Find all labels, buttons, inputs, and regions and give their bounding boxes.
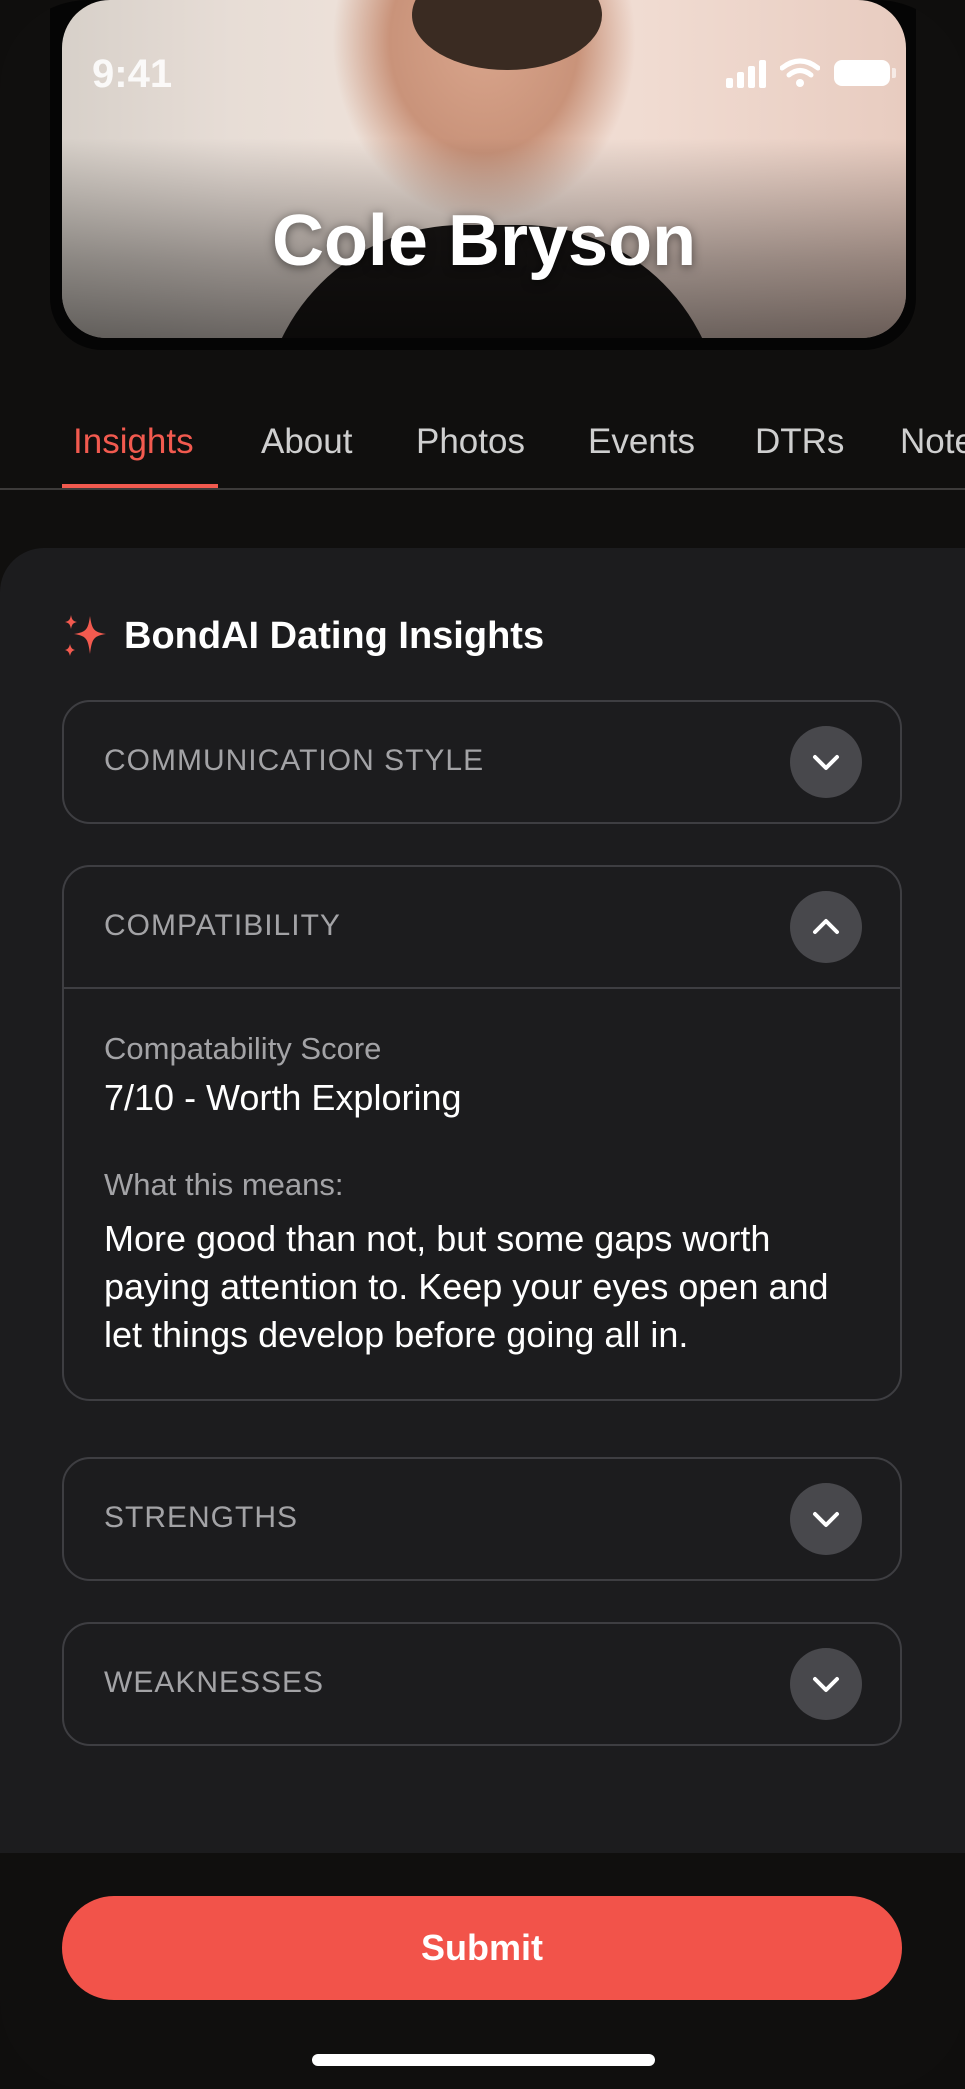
tab-insights[interactable]: Insights — [73, 422, 194, 462]
insights-title: BondAI Dating Insights — [124, 614, 545, 657]
accordion-header[interactable]: COMPATIBILITY — [64, 867, 900, 987]
sparkle-icon — [65, 615, 106, 656]
active-tab-indicator — [62, 484, 218, 488]
submit-button[interactable]: Submit — [62, 1896, 902, 2000]
expand-button[interactable] — [790, 726, 862, 798]
accordion-header[interactable]: COMMUNICATION STYLE — [64, 702, 900, 822]
score-label: Compatability Score — [104, 1031, 382, 1066]
tab-about[interactable]: About — [261, 422, 352, 462]
app-screen: Cole Bryson 9:41 Insights About Photos E… — [0, 0, 965, 2089]
status-time: 9:41 — [92, 52, 173, 96]
tab-events[interactable]: Events — [588, 422, 695, 462]
accordion-header[interactable]: STRENGTHS — [64, 1459, 900, 1579]
meaning-label: What this means: — [104, 1167, 344, 1202]
accordion-weaknesses: WEAKNESSES — [62, 1622, 902, 1746]
collapse-button[interactable] — [790, 891, 862, 963]
insights-header: BondAI Dating Insights — [62, 612, 544, 660]
accordion-communication-style: COMMUNICATION STYLE — [62, 700, 902, 824]
score-value: 7/10 - Worth Exploring — [104, 1077, 462, 1118]
tab-photos[interactable]: Photos — [416, 422, 525, 462]
expand-button[interactable] — [790, 1483, 862, 1555]
chevron-down-icon — [813, 1677, 839, 1692]
profile-tabs: Insights About Photos Events DTRs Notes — [0, 410, 965, 490]
profile-photo-hair — [412, 0, 602, 70]
status-icons — [726, 58, 896, 88]
chevron-down-icon — [813, 755, 839, 770]
accordion-title: COMMUNICATION STYLE — [104, 744, 485, 777]
accordion-compatibility: COMPATIBILITY Compatability Score 7/10 -… — [62, 865, 902, 1401]
chevron-up-icon — [813, 919, 839, 934]
profile-name: Cole Bryson — [271, 201, 697, 281]
battery-icon — [834, 60, 896, 86]
accordion-body: Compatability Score 7/10 - Worth Explori… — [64, 989, 900, 1399]
tab-notes[interactable]: Notes — [900, 422, 965, 462]
wifi-icon — [780, 58, 820, 87]
expand-button[interactable] — [790, 1648, 862, 1720]
accordion-title: STRENGTHS — [104, 1501, 299, 1534]
accordion-strengths: STRENGTHS — [62, 1457, 902, 1581]
profile-hero: Cole Bryson — [62, 0, 906, 338]
cellular-signal-icon — [726, 58, 766, 88]
accordion-title: COMPATIBILITY — [104, 909, 341, 942]
chevron-down-icon — [813, 1512, 839, 1527]
tab-dtrs[interactable]: DTRs — [755, 422, 844, 462]
home-indicator — [312, 2054, 655, 2066]
meaning-text: More good than not, but some gaps worth … — [104, 1218, 829, 1355]
accordion-header[interactable]: WEAKNESSES — [64, 1624, 900, 1744]
accordion-title: WEAKNESSES — [104, 1666, 325, 1699]
